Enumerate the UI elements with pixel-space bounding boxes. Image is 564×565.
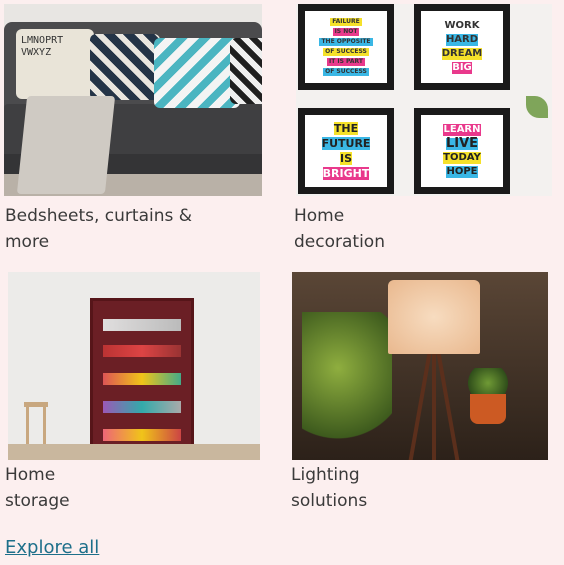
category-label[interactable]: Lighting solutions [291,462,367,514]
leaf-decoration [526,96,548,118]
wall-frame: WORK HARD DREAM BIG [414,4,510,90]
lamp-leg [436,352,460,460]
frame-text: WORK [444,20,480,31]
wall-frame: LEARN LIVE TODAY HOPE [414,108,510,194]
plant [302,312,392,452]
plant-pot [470,394,506,424]
frame-text: IS NOT [332,28,360,36]
frame-text: THE [333,122,359,135]
wall-frame: FAILURE IS NOT THE OPPOSITE OF SUCCESS IT IS… [298,4,394,90]
frame-text: LIVE [445,136,479,151]
frame-text: FUTURE [321,137,371,150]
category-label[interactable]: Home decoration [294,203,385,255]
frame-text: THE OPPOSITE [319,38,373,46]
wood-floor [8,444,260,460]
frame-text: IT IS PART [327,58,365,66]
frame-text: OF SUCCESS [323,68,369,76]
navy-pillow [90,34,160,100]
frame-text: TODAY [443,152,481,164]
bedsheets-image[interactable]: LMNOPRT VWXYZ [4,4,262,196]
explore-all-link[interactable]: Explore all [5,537,99,558]
wall-frame: THE FUTURE IS BRIGHT [298,108,394,194]
black-pattern-pillow [230,38,262,104]
lamp-leg [432,352,436,460]
frame-text: OF SUCCESS [323,48,369,56]
pillow-text: LMNOPRT VWXYZ [21,35,64,58]
stool [24,402,48,447]
frame-text: LEARN [443,124,481,136]
home-decoration-image[interactable]: FAILURE IS NOT THE OPPOSITE OF SUCCESS IT IS… [296,4,552,196]
lampshade [388,280,480,354]
shoe-rack [90,298,194,456]
frame-text: BIG [452,62,472,74]
frame-text: IS [339,152,352,165]
lighting-image[interactable] [292,272,548,460]
frame-text: FAILURE [330,18,362,26]
category-label[interactable]: Home storage [5,462,70,514]
frame-text: DREAM [441,48,483,60]
teal-chevron-pillow [154,38,240,108]
lamp-leg [408,352,432,460]
letter-pillow: LMNOPRT VWXYZ [16,29,94,99]
frame-text: HARD [445,34,479,46]
frame-text: BRIGHT [322,167,370,180]
category-label[interactable]: Bedsheets, curtains & more [5,203,235,255]
throw-blanket [16,96,116,194]
frame-text: HOPE [446,166,478,178]
home-storage-image[interactable] [8,272,260,460]
